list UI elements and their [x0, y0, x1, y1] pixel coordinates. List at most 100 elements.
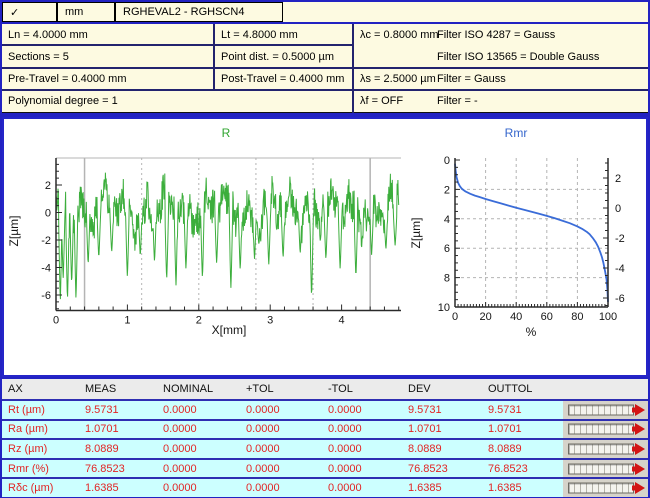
parameter-value: 1.0701 — [486, 423, 563, 435]
param-post-travel: Post-Travel = 0.4000 mm — [221, 72, 344, 86]
unit-label: mm — [65, 6, 83, 18]
out-of-tolerance-arrow-icon — [635, 404, 645, 416]
table-row[interactable]: Rz (µm)8.08890.00000.00000.00008.08898.0… — [2, 438, 648, 458]
chart-panel: R01234-6-4-202X[mm]Z[µm]Rmr0204060801000… — [2, 117, 648, 377]
param-lambda-f: λf = OFF — [360, 94, 403, 108]
parameter-value: 0.0000 — [161, 404, 244, 416]
parameter-value: 0.0000 — [244, 482, 326, 494]
param-pre-travel: Pre-Travel = 0.4000 mm — [8, 72, 127, 86]
parameter-value: 76.8523 — [406, 463, 486, 475]
out-of-tolerance-arrow-icon — [635, 443, 645, 455]
parameter-name: Rmr (%) — [2, 463, 83, 475]
table-row[interactable]: Rδc (µm)1.63850.00000.00000.00001.63851.… — [2, 477, 648, 497]
svg-text:8: 8 — [444, 273, 450, 285]
table-row[interactable]: Rmr (%)76.85230.00000.00000.000076.85237… — [2, 458, 648, 478]
parameter-value: 0.0000 — [244, 423, 326, 435]
svg-text:3: 3 — [267, 315, 273, 327]
parameter-value: 1.0701 — [406, 423, 486, 435]
column-header-dev: DEV — [406, 383, 486, 395]
svg-text:Z[µm]: Z[µm] — [7, 216, 21, 247]
svg-text:-2: -2 — [41, 235, 51, 247]
parameter-value: 9.5731 — [486, 404, 563, 416]
parameter-value: 8.0889 — [406, 443, 486, 455]
param-lt: Lt = 4.8000 mm — [221, 28, 298, 42]
parameter-name: Ra (µm) — [2, 423, 83, 435]
svg-text:0: 0 — [452, 311, 458, 323]
svg-text:80: 80 — [571, 311, 583, 323]
svg-text:-6: -6 — [615, 293, 625, 305]
column-header-outtol: OUTTOL — [486, 383, 563, 395]
tolerance-indicator[interactable] — [563, 460, 648, 478]
parameter-value: 0.0000 — [161, 423, 244, 435]
status-check-cell[interactable]: ✓ — [2, 2, 57, 22]
window-title: RGHEVAL2 - RGHSCN4 — [123, 6, 244, 18]
unit-cell[interactable]: mm — [57, 2, 115, 22]
divider — [2, 89, 648, 91]
svg-text:2: 2 — [615, 173, 621, 185]
param-point-dist: Point dist. = 0.5000 µm — [221, 50, 334, 64]
svg-text:0: 0 — [444, 155, 450, 167]
parameter-value: 8.0889 — [83, 443, 161, 455]
param-filter-13565: Filter ISO 13565 = Double Gauss — [437, 50, 599, 64]
tolerance-indicator[interactable] — [563, 440, 648, 458]
out-of-tolerance-arrow-icon — [635, 482, 645, 494]
column-header-ax: AX — [2, 383, 83, 395]
param-filter-ls: Filter = Gauss — [437, 72, 506, 86]
divider — [2, 67, 648, 69]
tolerance-indicator[interactable] — [563, 479, 648, 497]
parameter-value: 1.6385 — [486, 482, 563, 494]
parameter-value: 0.0000 — [326, 463, 406, 475]
parameter-value: 76.8523 — [83, 463, 161, 475]
results-header-row: AXMEASNOMINAL+TOL-TOLDEVOUTTOL — [2, 379, 648, 399]
parameter-value: 1.0701 — [83, 423, 161, 435]
parameter-value: 0.0000 — [326, 482, 406, 494]
svg-text:0: 0 — [53, 315, 59, 327]
svg-text:%: % — [526, 325, 537, 339]
svg-text:100: 100 — [599, 311, 617, 323]
svg-text:4: 4 — [339, 315, 345, 327]
column-header-meas: MEAS — [83, 383, 161, 395]
svg-text:1: 1 — [124, 315, 130, 327]
results-table: AXMEASNOMINAL+TOL-TOLDEVOUTTOL Rt (µm)9.… — [2, 379, 648, 497]
parameter-value: 0.0000 — [326, 404, 406, 416]
roughness-charts: R01234-6-4-202X[mm]Z[µm]Rmr0204060801000… — [4, 119, 646, 375]
tolerance-bar — [568, 404, 634, 415]
parameter-value: 1.6385 — [406, 482, 486, 494]
svg-text:2: 2 — [444, 184, 450, 196]
column-header-tol: -TOL — [326, 383, 406, 395]
table-row[interactable]: Ra (µm)1.07010.00000.00000.00001.07011.0… — [2, 419, 648, 439]
svg-text:-2: -2 — [615, 233, 625, 245]
parameter-value: 76.8523 — [486, 463, 563, 475]
tolerance-indicator[interactable] — [563, 421, 648, 439]
param-sections: Sections = 5 — [8, 50, 69, 64]
param-poly-degree: Polynomial degree = 1 — [8, 94, 118, 108]
param-ln: Ln = 4.0000 mm — [8, 28, 88, 42]
parameter-value: 9.5731 — [83, 404, 161, 416]
tolerance-bar — [568, 424, 634, 435]
svg-text:-6: -6 — [41, 290, 51, 302]
svg-text:60: 60 — [541, 311, 553, 323]
parameter-name: Rδc (µm) — [2, 482, 83, 494]
results-body: Rt (µm)9.57310.00000.00000.00009.57319.5… — [2, 399, 648, 497]
tolerance-bar — [568, 463, 634, 474]
svg-text:2: 2 — [45, 180, 51, 192]
parameter-value: 0.0000 — [326, 443, 406, 455]
parameter-value: 0.0000 — [244, 443, 326, 455]
out-of-tolerance-arrow-icon — [635, 463, 645, 475]
svg-text:0: 0 — [615, 203, 621, 215]
roughness-evaluation-window: ✓ mm RGHEVAL2 - RGHSCN4 Ln = 4.0000 mm L… — [0, 0, 650, 498]
check-icon: ✓ — [10, 6, 19, 19]
tolerance-indicator[interactable] — [563, 401, 648, 419]
param-filter-4287: Filter ISO 4287 = Gauss — [437, 28, 555, 42]
svg-text:R: R — [222, 126, 231, 140]
parameter-value: 0.0000 — [244, 404, 326, 416]
parameter-table: Ln = 4.0000 mm Lt = 4.8000 mm λc = 0.800… — [2, 24, 648, 113]
parameter-value: 9.5731 — [406, 404, 486, 416]
param-lambda-c: λc = 0.8000 mm — [360, 28, 439, 42]
parameter-value: 0.0000 — [161, 482, 244, 494]
svg-text:Rmr: Rmr — [505, 126, 528, 140]
tolerance-bar — [568, 443, 634, 454]
table-row[interactable]: Rt (µm)9.57310.00000.00000.00009.57319.5… — [2, 399, 648, 419]
svg-text:0: 0 — [45, 208, 51, 220]
parameter-value: 0.0000 — [161, 463, 244, 475]
